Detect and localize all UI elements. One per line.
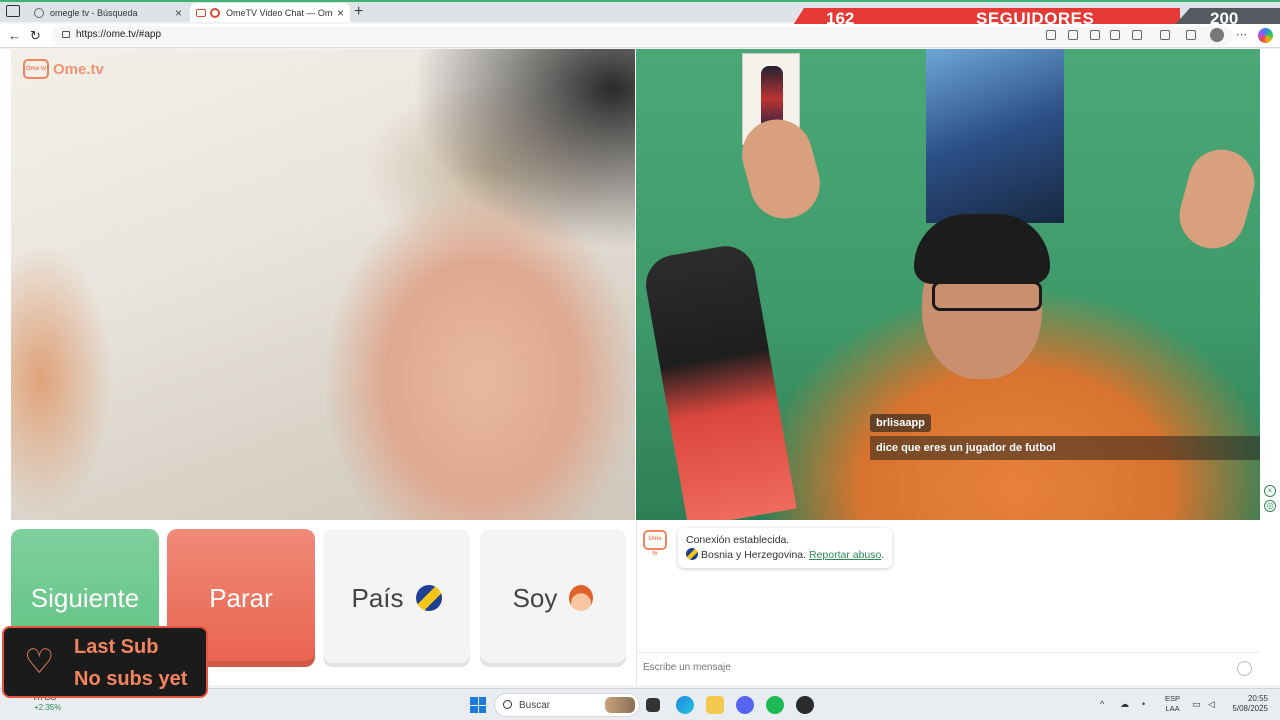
message-input[interactable] <box>643 662 1223 673</box>
apps-icon[interactable] <box>1068 30 1078 40</box>
person-glasses <box>932 281 1042 311</box>
chat-username: brlisaapp <box>870 414 931 432</box>
url-text[interactable]: https://ome.tv/#app <box>76 29 161 40</box>
report-suffix: . <box>881 549 885 561</box>
gender-button[interactable]: Soy <box>480 529 626 667</box>
tab-title: omegle tv - Búsqueda <box>50 7 138 18</box>
clock-date: 5/08/2025 <box>1232 704 1268 713</box>
translate-icon[interactable] <box>1090 30 1100 40</box>
last-sub-widget: ♡ Last Sub No subs yet <box>2 626 208 698</box>
taskbar-search-label: Buscar <box>519 700 551 711</box>
edge-icon[interactable] <box>676 696 694 714</box>
extensions-icon[interactable] <box>1160 30 1170 40</box>
bosnia-flag-icon <box>686 548 698 560</box>
new-tab-button[interactable]: + <box>354 3 363 21</box>
onedrive-icon[interactable]: ☁ <box>1120 699 1129 710</box>
close-tab-icon[interactable]: × <box>175 6 182 20</box>
video-shadow <box>411 49 635 249</box>
tab-title: OmeTV Video Chat — Ome <box>226 7 333 18</box>
text-chat-panel: Ome tv Conexión establecida. Bosnia y He… <box>636 520 1261 685</box>
copilot-icon[interactable] <box>1258 28 1273 43</box>
connection-status: Conexión establecida. <box>686 534 790 546</box>
last-sub-value: No subs yet <box>74 668 188 690</box>
camera-permission-icon[interactable] <box>1046 30 1056 40</box>
favorite-star-icon[interactable] <box>1132 30 1142 40</box>
self-video: brlisaapp dice que eres un jugador de fu… <box>636 49 1260 520</box>
report-abuse-link[interactable]: Reportar abuso <box>809 549 881 561</box>
microphone-icon[interactable]: • <box>1142 699 1145 709</box>
emoji-icon[interactable] <box>1237 661 1252 676</box>
bosnia-flag-icon <box>415 585 442 611</box>
stranger-country: Bosnia y Herzegovina. <box>701 549 807 561</box>
address-bar: ← ↻ https://ome.tv/#app ⋯ <box>0 24 1280 48</box>
ometv-logo[interactable]: Ome tv Ome.tv <box>23 59 104 79</box>
stock-change: +2.35% <box>34 703 62 712</box>
ometv-logo-text: Ome.tv <box>53 60 104 78</box>
search-icon <box>34 7 44 18</box>
more-menu-icon[interactable]: ⋯ <box>1236 28 1247 41</box>
next-button-label: Siguiente <box>30 582 140 613</box>
close-tab-icon[interactable]: × <box>337 6 344 20</box>
gender-button-label: Soy <box>512 582 558 613</box>
stranger-country-line: Bosnia y Herzegovina. Reportar abuso. <box>686 548 884 563</box>
tab-ometv[interactable]: OmeTV Video Chat — Ome × <box>190 3 350 22</box>
collections-icon[interactable] <box>1186 30 1196 40</box>
tab-actions-icon[interactable] <box>6 5 20 17</box>
display-icon[interactable]: ▭ <box>1192 699 1201 710</box>
volume-icon[interactable]: ◁ <box>1208 699 1215 710</box>
task-view-icon[interactable] <box>646 698 660 712</box>
start-button[interactable] <box>470 697 486 713</box>
country-button-label: País <box>351 582 404 613</box>
clock-time: 20:55 <box>1247 694 1268 703</box>
taskbar-search[interactable]: Buscar <box>494 693 640 717</box>
boy-emoji-icon <box>569 585 594 611</box>
back-icon[interactable]: ← <box>8 28 21 43</box>
profile-avatar[interactable] <box>1210 28 1224 42</box>
stop-button-label: Parar <box>209 582 273 613</box>
language-code: ESP <box>1165 694 1181 703</box>
poster-spiderman <box>926 49 1064 223</box>
refresh-icon[interactable]: ↻ <box>30 28 41 44</box>
spotify-icon[interactable] <box>766 696 784 714</box>
stream-chat-overlay: brlisaapp dice que eres un jugador de fu… <box>870 413 1260 460</box>
message-composer <box>637 652 1261 684</box>
search-highlight-image <box>605 697 635 713</box>
chat-message: dice que eres un jugador de futbol <box>870 436 1260 460</box>
camera-icon <box>196 8 206 17</box>
last-sub-title: Last Sub <box>74 636 159 658</box>
person-hair <box>914 214 1050 284</box>
ometv-app: Ome tv Ome.tv brlisaapp dice que eres un… <box>0 49 1280 685</box>
sidebar-settings-icon[interactable]: ◎ <box>1264 500 1276 512</box>
tab-search[interactable]: omegle tv - Búsqueda × <box>28 3 188 22</box>
site-info-icon[interactable] <box>62 31 70 38</box>
ometv-chat-avatar: Ome tv <box>643 530 667 557</box>
stranger-video: Ome tv Ome.tv <box>11 49 635 520</box>
tray-overflow-icon[interactable]: ^ <box>1100 699 1104 709</box>
close-sidebar-icon[interactable]: × <box>1264 485 1276 497</box>
system-message: Conexión establecida. Bosnia y Herzegovi… <box>678 528 893 568</box>
ometv-logo-badge: Ome tv <box>23 59 49 79</box>
search-icon <box>503 700 512 709</box>
discord-icon[interactable] <box>736 696 754 714</box>
file-explorer-icon[interactable] <box>706 696 724 714</box>
obs-icon[interactable] <box>796 696 814 714</box>
read-aloud-icon[interactable] <box>1110 30 1120 40</box>
language-indicator[interactable]: ESP LAA <box>1165 694 1180 714</box>
system-clock[interactable]: 20:55 5/08/2025 <box>1226 694 1268 714</box>
ometv-icon <box>210 7 220 18</box>
keyboard-layout: LAA <box>1165 704 1180 713</box>
heart-icon: ♡ <box>24 643 55 681</box>
country-button[interactable]: País <box>323 529 470 667</box>
